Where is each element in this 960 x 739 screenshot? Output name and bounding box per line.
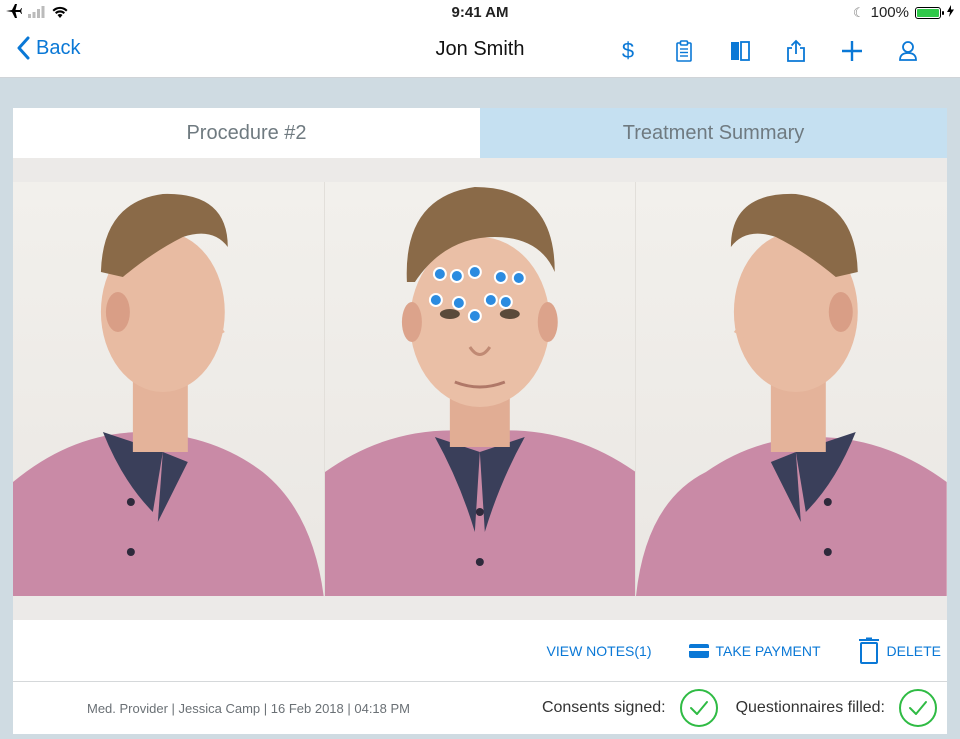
photo-right-profile[interactable]: [13, 182, 325, 596]
action-row: VIEW NOTES(1) TAKE PAYMENT DELETE: [13, 620, 947, 682]
user-icon[interactable]: [880, 36, 936, 66]
questionnaires-check-icon: [899, 689, 937, 727]
photo-left-profile[interactable]: [636, 182, 948, 596]
battery-icon: [915, 6, 944, 19]
view-notes-button[interactable]: VIEW NOTES(1): [547, 643, 652, 659]
compare-icon[interactable]: [712, 36, 768, 66]
nav-bar: Back Jon Smith $: [0, 26, 960, 78]
photo-strip: [13, 182, 948, 596]
take-payment-button[interactable]: TAKE PAYMENT: [688, 643, 821, 659]
take-payment-label: TAKE PAYMENT: [715, 642, 821, 659]
tab-treatment-summary[interactable]: Treatment Summary: [480, 108, 947, 158]
status-time: 9:41 AM: [451, 4, 509, 21]
questionnaires-label: Questionnaires filled:: [735, 699, 885, 716]
provider-meta: Med. Provider | Jessica Camp | 16 Feb 20…: [87, 701, 411, 716]
share-icon[interactable]: [768, 36, 824, 66]
view-notes-label: VIEW NOTES(1): [546, 642, 652, 659]
footer: Med. Provider | Jessica Camp | 16 Feb 20…: [13, 682, 947, 734]
photo-area: [13, 158, 948, 620]
clipboard-icon[interactable]: [656, 36, 712, 66]
consents-check-icon: [679, 689, 718, 727]
trash-icon: [858, 637, 879, 664]
credit-card-icon: [688, 643, 709, 658]
delete-button[interactable]: DELETE: [857, 637, 941, 665]
photo-frontal[interactable]: [324, 182, 637, 596]
tab-bar: Procedure #2 Treatment Summary: [13, 108, 947, 158]
chevron-left-icon: [17, 36, 30, 60]
status-bar: 9:41 AM ☾ 100%: [0, 0, 960, 26]
plus-icon[interactable]: [824, 36, 880, 66]
procedure-card: Procedure #2 Treatment Summary VIEW NOTE…: [13, 108, 948, 734]
charging-icon: [947, 4, 954, 21]
footer-status: Consents signed: Questionnaires filled:: [542, 689, 937, 727]
battery-percent: 100%: [870, 4, 909, 21]
delete-label: DELETE: [886, 642, 941, 659]
moon-icon: ☾: [852, 4, 865, 20]
back-button[interactable]: Back: [16, 36, 80, 60]
back-label: Back: [36, 36, 81, 59]
consents-label: Consents signed:: [541, 699, 666, 716]
dollar-icon[interactable]: $: [600, 36, 656, 66]
tab-procedure[interactable]: Procedure #2: [13, 108, 480, 158]
nav-actions: $: [600, 36, 936, 66]
status-right: ☾ 100%: [853, 4, 954, 21]
battery-level: [917, 8, 939, 17]
